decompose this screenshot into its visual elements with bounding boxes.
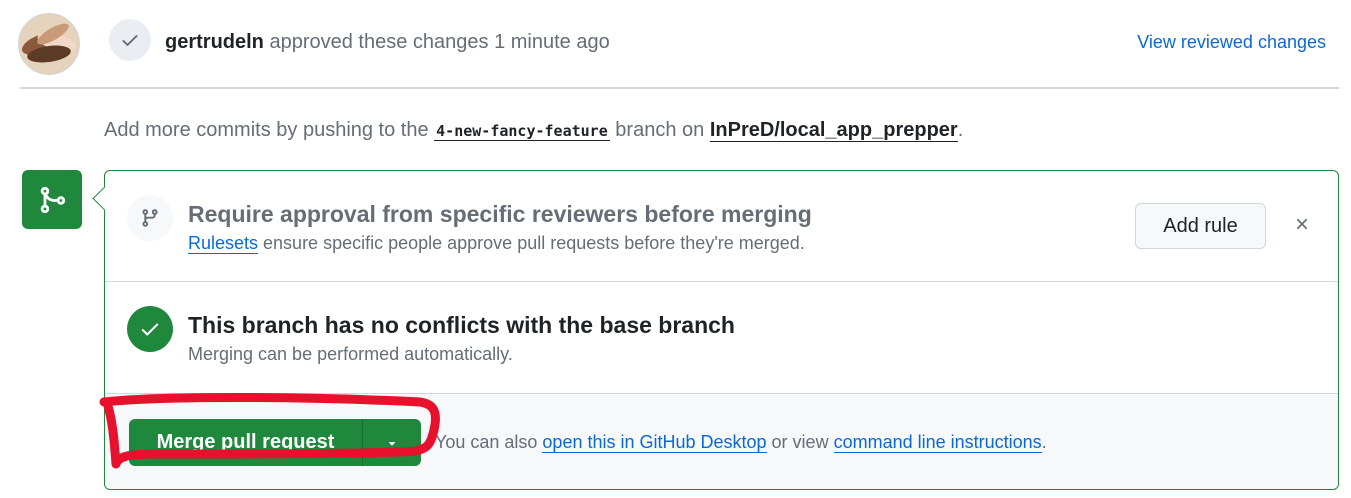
conflict-status-title: This branch has no conflicts with the ba… bbox=[188, 312, 735, 338]
avatar-image bbox=[19, 14, 79, 74]
ruleset-notice: Require approval from specific reviewers… bbox=[105, 171, 1338, 282]
alt-prefix: You can also bbox=[435, 432, 543, 452]
merge-pull-request-button[interactable]: Merge pull request bbox=[129, 419, 362, 466]
ruleset-desc-text: ensure specific people approve pull requ… bbox=[258, 233, 805, 253]
branch-name[interactable]: 4-new-fancy-feature bbox=[434, 122, 610, 141]
triangle-down-icon bbox=[388, 441, 396, 446]
reviewer-username[interactable]: gertrudeln bbox=[165, 31, 264, 53]
alt-middle: or view bbox=[766, 432, 834, 452]
command-line-instructions-link[interactable]: command line instructions bbox=[833, 432, 1042, 453]
merge-method-dropdown[interactable] bbox=[362, 419, 421, 466]
divider bbox=[20, 87, 1339, 89]
conflict-status-desc: Merging can be performed automatically. bbox=[188, 344, 513, 364]
check-circle-icon bbox=[127, 306, 173, 352]
push-hint: Add more commits by pushing to the 4-new… bbox=[104, 119, 963, 142]
merge-footer: Merge pull request You can also open thi… bbox=[105, 394, 1338, 489]
conflict-status: This branch has no conflicts with the ba… bbox=[105, 282, 1338, 394]
rulesets-link[interactable]: Rulesets bbox=[188, 233, 259, 254]
repo-link[interactable]: InPreD/local_app_prepper bbox=[709, 119, 958, 142]
merge-box: Require approval from specific reviewers… bbox=[104, 170, 1339, 490]
review-action-text: approved these changes 1 minute ago bbox=[263, 31, 610, 53]
alt-suffix: . bbox=[1041, 432, 1047, 452]
github-desktop-link[interactable]: open this in GitHub Desktop bbox=[542, 432, 767, 453]
push-hint-middle: branch on bbox=[609, 119, 710, 141]
review-summary: gertrudeln approved these changes 1 minu… bbox=[165, 31, 610, 54]
push-hint-suffix: . bbox=[957, 119, 964, 141]
alt-merge-options: You can also open this in GitHub Desktop… bbox=[435, 432, 1047, 453]
ruleset-desc: Rulesets ensure specific people approve … bbox=[188, 233, 805, 254]
add-rule-button[interactable]: Add rule bbox=[1135, 203, 1266, 249]
view-reviewed-changes-link[interactable]: View reviewed changes bbox=[1137, 32, 1326, 53]
avatar[interactable] bbox=[18, 13, 80, 75]
push-hint-prefix: Add more commits by pushing to the bbox=[104, 119, 435, 141]
git-merge-icon bbox=[22, 170, 82, 229]
ruleset-title: Require approval from specific reviewers… bbox=[188, 201, 812, 227]
close-icon[interactable] bbox=[1291, 213, 1313, 235]
git-branch-icon bbox=[127, 195, 173, 241]
check-icon bbox=[109, 19, 151, 61]
